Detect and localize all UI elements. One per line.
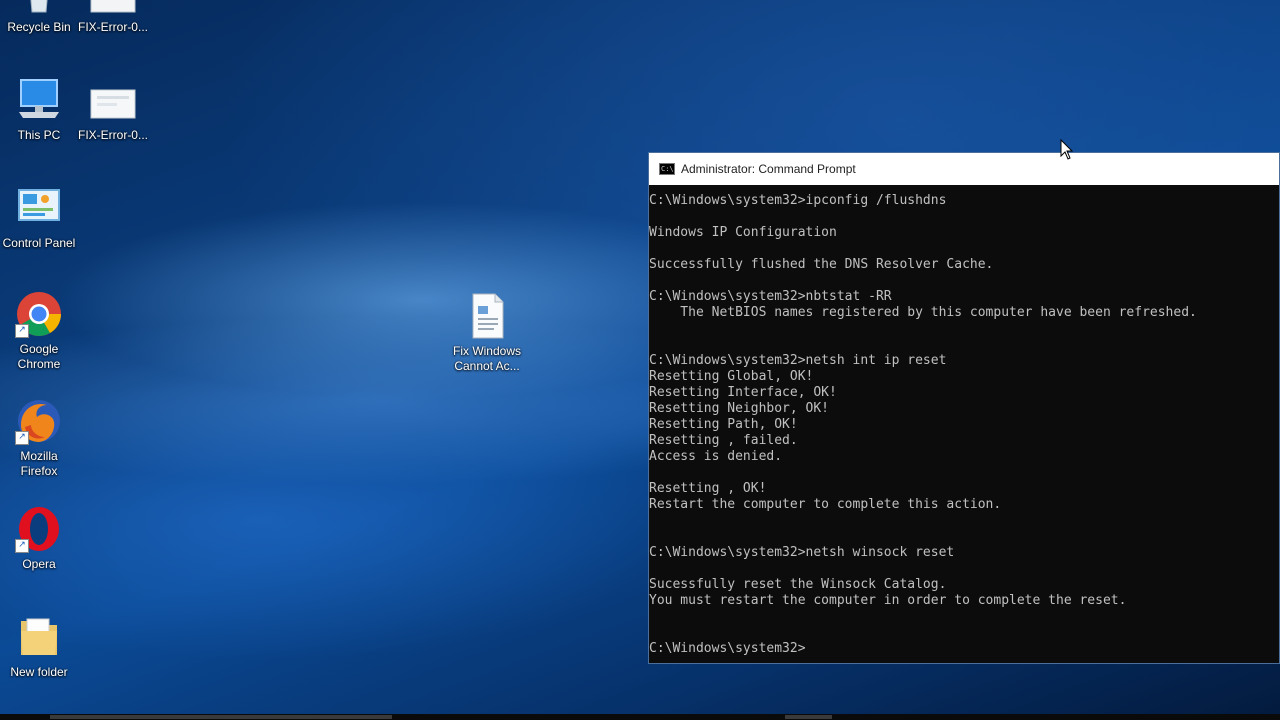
firefox-icon: ↗ (15, 397, 63, 445)
desktop-icon-label: Recycle Bin (7, 20, 71, 34)
console-line: Windows IP Configuration (649, 225, 837, 240)
console-line: The NetBIOS names registered by this com… (649, 305, 1197, 320)
desktop-icon-label: Google Chrome (17, 342, 61, 371)
chrome-icon: ↗ (15, 290, 63, 338)
command-prompt-icon: C:\ (659, 163, 675, 175)
command-prompt-window[interactable]: C:\ Administrator: Command Prompt C:\Win… (648, 152, 1280, 664)
console-output[interactable]: C:\Windows\system32>ipconfig /flushdns Wi… (649, 185, 1279, 657)
taskbar-strip (0, 714, 1280, 720)
desktop-icon-label: Mozilla Firefox (20, 449, 58, 478)
console-line: C:\Windows\system32>nbtstat -RR (649, 289, 892, 304)
console-line: C:\Windows\system32>netsh winsock reset (649, 545, 955, 560)
desktop-icon-label: FIX-Error-0... (77, 128, 148, 142)
console-line: Successfully flushed the DNS Resolver Ca… (649, 257, 994, 272)
console-line: Resetting Path, OK! (649, 417, 798, 432)
desktop-icon-google-chrome[interactable]: ↗ Google Chrome (1, 290, 77, 372)
folder-icon (15, 613, 63, 661)
console-line: Resetting , OK! (649, 481, 767, 496)
recycle-bin-icon (15, 0, 63, 16)
desktop-icon-label: Control Panel (2, 236, 76, 250)
console-line: Resetting Interface, OK! (649, 385, 837, 400)
window-title: Administrator: Command Prompt (681, 162, 856, 176)
console-line: C:\Windows\system32>ipconfig /flushdns (649, 193, 947, 208)
desktop-icon-recycle-bin[interactable]: Recycle Bin (1, 0, 77, 35)
console-line: C:\Windows\system32>netsh int ip reset (649, 353, 947, 368)
console-line: You must restart the computer in order t… (649, 593, 1127, 608)
computer-icon (15, 76, 63, 124)
desktop-icon-label: New folder (10, 665, 68, 679)
taskbar-segment (50, 715, 392, 719)
console-line: Sucessfully reset the Winsock Catalog. (649, 577, 947, 592)
console-line: C:\Windows\system32> (649, 641, 806, 656)
console-line: Resetting Global, OK! (649, 369, 814, 384)
desktop-icon-fix-windows-doc[interactable]: Fix Windows Cannot Ac... (449, 292, 525, 374)
taskbar-segment (785, 715, 832, 719)
desktop-icon-control-panel[interactable]: Control Panel (1, 184, 77, 251)
desktop-icon-this-pc[interactable]: This PC (1, 76, 77, 143)
desktop-icon-new-folder[interactable]: New folder (1, 613, 77, 680)
control-panel-icon (15, 184, 63, 232)
desktop-icon-label: Fix Windows Cannot Ac... (452, 344, 521, 373)
desktop-icon-label: FIX-Error-0... (77, 20, 148, 34)
desktop-icon-mozilla-firefox[interactable]: ↗ Mozilla Firefox (1, 397, 77, 479)
window-titlebar[interactable]: C:\ Administrator: Command Prompt (649, 153, 1279, 185)
desktop-icon-opera[interactable]: ↗ Opera (1, 505, 77, 572)
image-file-icon (89, 0, 137, 16)
console-line: Resetting , failed. (649, 433, 798, 448)
console-line: Resetting Neighbor, OK! (649, 401, 830, 416)
desktop-icon-label: This PC (17, 128, 61, 142)
desktop-icon-fix-error-1[interactable]: FIX-Error-0... (75, 0, 151, 35)
desktop-icon-label: Opera (22, 557, 56, 571)
mouse-cursor-icon (1060, 138, 1074, 166)
console-line: Restart the computer to complete this ac… (649, 497, 1002, 512)
shortcut-arrow-icon: ↗ (15, 539, 29, 553)
image-file-icon (89, 76, 137, 124)
document-icon (463, 292, 511, 340)
shortcut-arrow-icon: ↗ (15, 431, 29, 445)
console-line: Access is denied. (649, 449, 783, 464)
desktop-icon-fix-error-2[interactable]: FIX-Error-0... (75, 76, 151, 143)
shortcut-arrow-icon: ↗ (15, 324, 29, 338)
opera-icon: ↗ (15, 505, 63, 553)
